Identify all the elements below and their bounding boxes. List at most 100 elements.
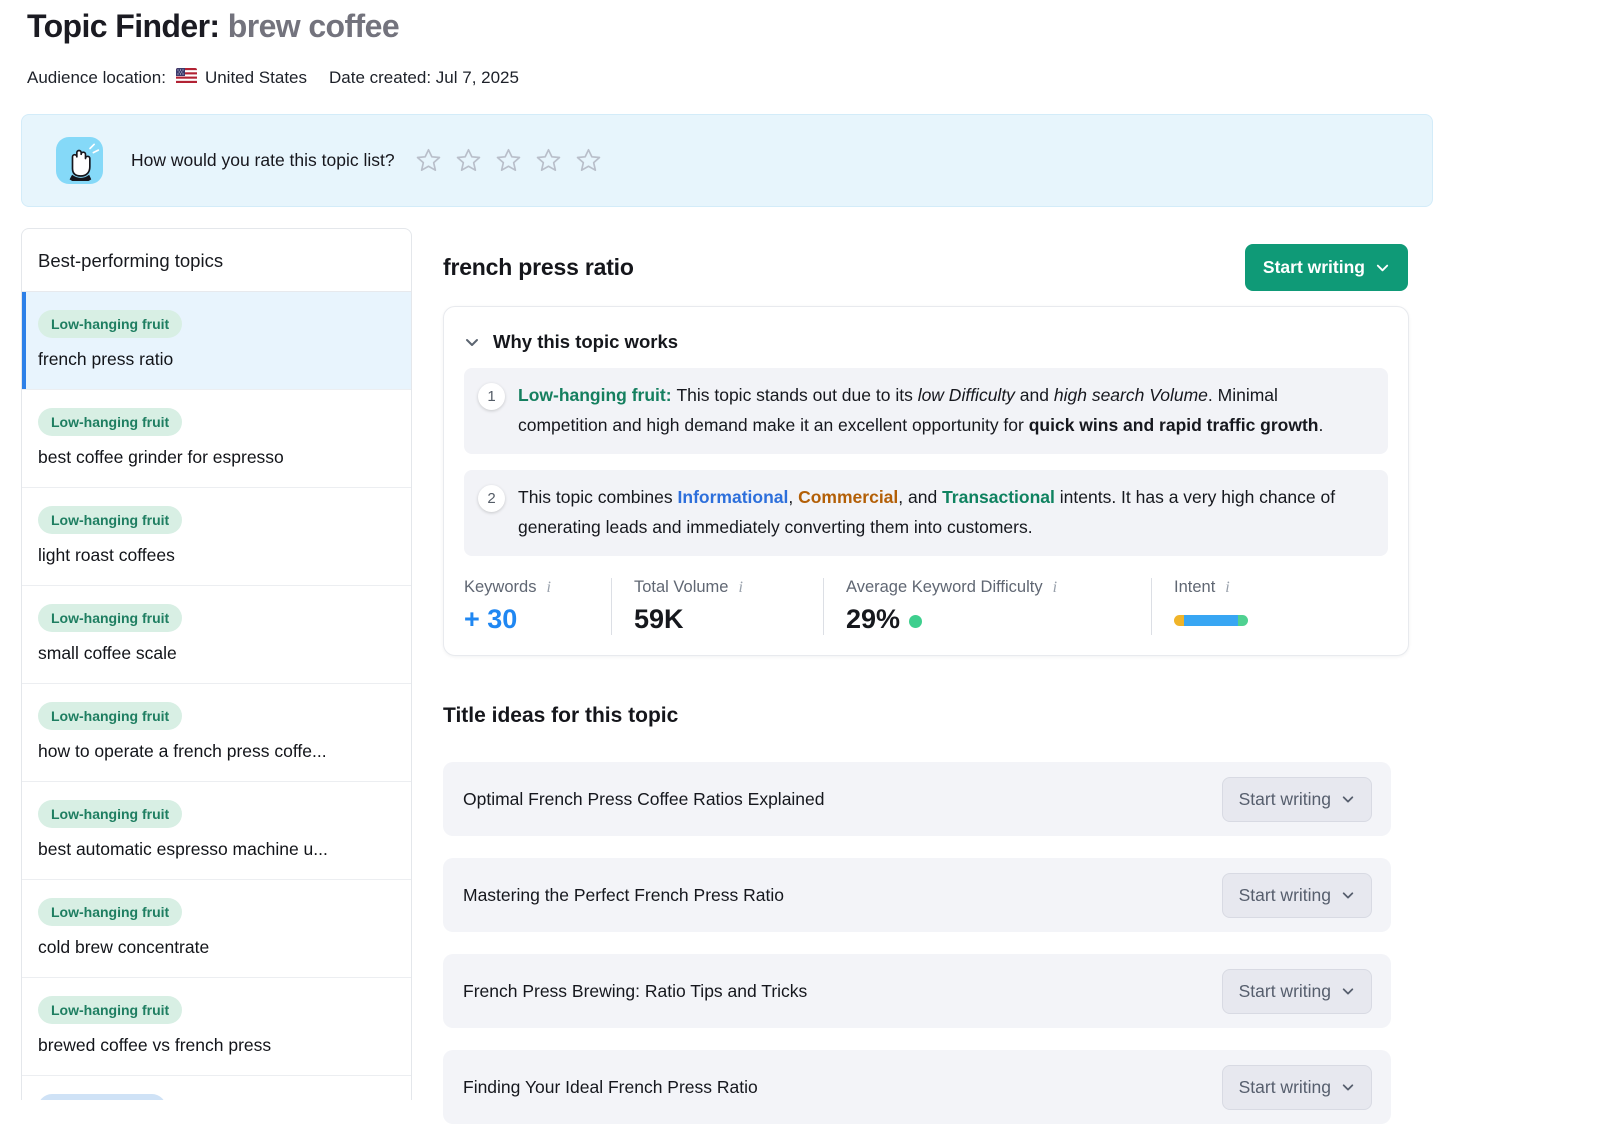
info-icon[interactable]: i (544, 579, 552, 597)
topic-badge: Low-hanging fruit (38, 898, 182, 926)
audience-location-label: Audience location: (27, 68, 166, 88)
topic-label: brewed coffee vs french press (38, 1034, 395, 1056)
title-ideas-heading: Title ideas for this topic (443, 704, 678, 728)
topic-label: how to operate a french press coffe... (38, 740, 395, 762)
total-volume-value: 59K (634, 604, 803, 635)
start-writing-button[interactable]: Start writing (1222, 873, 1372, 918)
info-icon[interactable]: i (736, 579, 744, 597)
title-idea-card: Mastering the Perfect French Press Ratio… (443, 858, 1391, 932)
topic-title: french press ratio (443, 254, 634, 281)
topic-list-item[interactable]: Low-hanging fruit cold brew concentrate (22, 880, 411, 978)
page-title-label: Topic Finder: (27, 8, 219, 44)
chevron-down-icon (1341, 888, 1355, 902)
star-icon[interactable] (455, 147, 482, 174)
topic-list: Low-hanging fruit french press ratio Low… (22, 292, 411, 1100)
rating-question: How would you rate this topic list? (131, 150, 395, 171)
keywords-label: Keywords (464, 578, 536, 597)
topic-list-item[interactable] (22, 1076, 411, 1100)
metric-keywords: Keywords i + 30 (464, 578, 612, 635)
total-volume-label: Total Volume (634, 578, 728, 597)
start-writing-label: Start writing (1239, 789, 1331, 810)
start-writing-label: Start writing (1239, 885, 1331, 906)
title-idea-card: French Press Brewing: Ratio Tips and Tri… (443, 954, 1391, 1028)
topic-list-item[interactable]: Low-hanging fruit how to operate a frenc… (22, 684, 411, 782)
why-topic-works-title: Why this topic works (493, 331, 678, 353)
page-title: Topic Finder: brew coffee (27, 8, 399, 45)
topic-badge: Low-hanging fruit (38, 604, 182, 632)
best-performing-topics-panel: Best-performing topics Low-hanging fruit… (21, 228, 412, 1100)
topic-list-item[interactable]: Low-hanging fruit best automatic espress… (22, 782, 411, 880)
intent-label: Intent (1174, 578, 1215, 597)
collapse-chevron-icon[interactable] (464, 334, 480, 350)
reason-2-number: 2 (478, 485, 505, 512)
topic-list-item[interactable]: Low-hanging fruit light roast coffees (22, 488, 411, 586)
star-icon[interactable] (415, 147, 442, 174)
chevron-down-icon (1375, 260, 1390, 275)
why-topic-works-card: Why this topic works 1 Low-hanging fruit… (443, 306, 1409, 656)
topic-label: cold brew concentrate (38, 936, 395, 958)
title-idea-card: Optimal French Press Coffee Ratios Expla… (443, 762, 1391, 836)
topic-list-item[interactable]: Low-hanging fruit brewed coffee vs frenc… (22, 978, 411, 1076)
chevron-down-icon (1341, 1080, 1355, 1094)
difficulty-label: Average Keyword Difficulty (846, 578, 1043, 597)
chevron-down-icon (1341, 792, 1355, 806)
topic-list-item[interactable]: Low-hanging fruit french press ratio (22, 292, 411, 390)
reason-2: 2 This topic combines Informational, Com… (464, 470, 1388, 556)
reason-2-text: This topic combines Informational, Comme… (518, 482, 1364, 542)
start-writing-button[interactable]: Start writing (1222, 777, 1372, 822)
chevron-down-icon (1341, 984, 1355, 998)
date-created: Date created: Jul 7, 2025 (329, 68, 519, 88)
start-writing-label: Start writing (1263, 257, 1365, 278)
keywords-value: + 30 (464, 604, 591, 635)
waving-hand-icon (56, 137, 103, 184)
topic-label: best automatic espresso machine u... (38, 838, 395, 860)
topic-badge: Low-hanging fruit (38, 506, 182, 534)
title-idea-card: Finding Your Ideal French Press Ratio St… (443, 1050, 1391, 1124)
topic-header: french press ratio Start writing (443, 244, 1408, 291)
title-idea-text: French Press Brewing: Ratio Tips and Tri… (463, 981, 807, 1002)
start-writing-label: Start writing (1239, 1077, 1331, 1098)
page-title-query: brew coffee (228, 8, 399, 44)
title-ideas-list: Optimal French Press Coffee Ratios Expla… (443, 762, 1391, 1124)
topic-list-item[interactable]: Low-hanging fruit small coffee scale (22, 586, 411, 684)
reason-1-number: 1 (478, 383, 505, 410)
reason-1: 1 Low-hanging fruit: This topic stands o… (464, 368, 1388, 454)
topic-list-item[interactable]: Low-hanging fruit best coffee grinder fo… (22, 390, 411, 488)
star-rating (415, 147, 602, 174)
topic-label: best coffee grinder for espresso (38, 446, 395, 468)
us-flag-icon (176, 68, 197, 88)
topic-badge (38, 1094, 166, 1100)
why-topic-works-header: Why this topic works (444, 307, 1408, 368)
start-writing-label: Start writing (1239, 981, 1331, 1002)
reason-1-text: Low-hanging fruit: This topic stands out… (518, 380, 1364, 440)
star-icon[interactable] (575, 147, 602, 174)
start-writing-button[interactable]: Start writing (1222, 1065, 1372, 1110)
topic-label: french press ratio (38, 348, 395, 370)
audience-location-value: United States (205, 68, 307, 88)
intent-bar (1174, 615, 1248, 626)
title-idea-text: Finding Your Ideal French Press Ratio (463, 1077, 758, 1098)
metric-intent: Intenti (1174, 578, 1268, 635)
info-icon[interactable]: i (1051, 579, 1059, 597)
difficulty-dot (909, 615, 922, 628)
metric-keyword-difficulty: Average Keyword Difficulty i 29% (846, 578, 1152, 635)
topic-badge: Low-hanging fruit (38, 408, 182, 436)
info-icon[interactable]: i (1223, 579, 1231, 597)
rating-banner: How would you rate this topic list? (21, 114, 1433, 207)
meta-row: Audience location: United States Date cr… (27, 68, 519, 88)
difficulty-value: 29% (846, 604, 900, 635)
star-icon[interactable] (535, 147, 562, 174)
topic-badge: Low-hanging fruit (38, 310, 182, 338)
title-idea-text: Optimal French Press Coffee Ratios Expla… (463, 789, 825, 810)
topic-badge: Low-hanging fruit (38, 996, 182, 1024)
start-writing-button[interactable]: Start writing (1245, 244, 1408, 291)
star-icon[interactable] (495, 147, 522, 174)
sidebar-title: Best-performing topics (22, 229, 411, 292)
start-writing-button[interactable]: Start writing (1222, 969, 1372, 1014)
title-idea-text: Mastering the Perfect French Press Ratio (463, 885, 784, 906)
topic-badge: Low-hanging fruit (38, 800, 182, 828)
metric-total-volume: Total Volume i 59K (634, 578, 824, 635)
topic-label: small coffee scale (38, 642, 395, 664)
topic-badge: Low-hanging fruit (38, 702, 182, 730)
metrics-row: Keywords i + 30 Total Volume i 59K Average… (444, 572, 1408, 635)
